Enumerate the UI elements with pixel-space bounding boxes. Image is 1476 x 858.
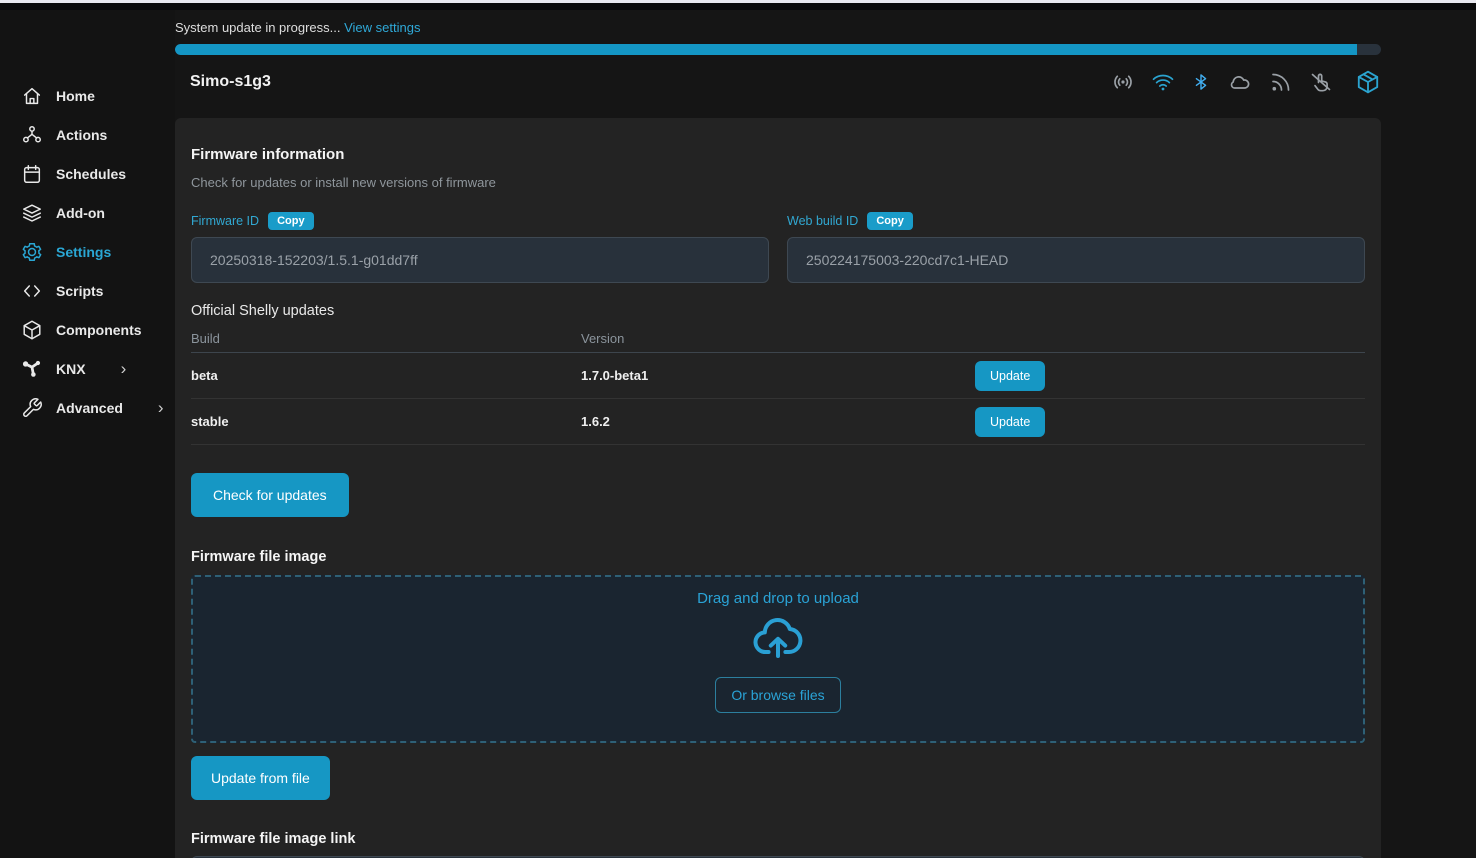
sidebar-item-label: Advanced (56, 400, 123, 416)
main-content: System update in progress... View settin… (175, 10, 1381, 858)
firmware-file-dropzone[interactable]: Drag and drop to upload Or browse files (191, 575, 1365, 743)
update-progress-bar (175, 44, 1381, 55)
wrench-icon (21, 397, 43, 419)
browse-files-button[interactable]: Or browse files (715, 677, 840, 713)
official-updates-title: Official Shelly updates (191, 303, 1365, 319)
build-cell: stable (191, 414, 581, 429)
table-row-stable: stable 1.6.2 Update (191, 399, 1365, 445)
sidebar-item-label: Settings (56, 244, 111, 260)
firmware-file-image-title: Firmware file image (191, 549, 1365, 565)
sidebar-item-label: Components (56, 322, 142, 338)
firmware-section-title: Firmware information (191, 146, 1365, 163)
hand-slash-icon[interactable] (1309, 70, 1333, 94)
chevron-right-icon: › (121, 360, 127, 377)
firmware-card: Firmware information Check for updates o… (175, 118, 1381, 858)
updates-table-header: Build Version (191, 325, 1365, 353)
knx-nodes-icon (21, 358, 43, 380)
bluetooth-icon[interactable] (1191, 71, 1211, 93)
layers-icon (21, 202, 43, 224)
sidebar-item-actions[interactable]: Actions (0, 115, 175, 154)
sidebar: Home Actions Schedules Add-on Settings S… (0, 10, 175, 858)
updates-table: Build Version beta 1.7.0-beta1 Update st… (191, 325, 1365, 445)
sidebar-item-label: Add-on (56, 205, 105, 221)
rss-icon[interactable] (1269, 70, 1293, 94)
code-icon (21, 280, 43, 302)
update-banner-text: System update in progress... (175, 20, 340, 35)
gear-icon (21, 241, 43, 263)
web-build-id-input[interactable] (787, 237, 1365, 283)
firmware-id-label: Firmware ID (191, 214, 259, 228)
build-cell: beta (191, 368, 581, 383)
sidebar-item-label: Scripts (56, 283, 103, 299)
version-cell: 1.7.0-beta1 (581, 368, 975, 383)
firmware-id-field: Firmware ID Copy (191, 212, 769, 283)
sidebar-item-schedules[interactable]: Schedules (0, 154, 175, 193)
view-settings-link[interactable]: View settings (344, 20, 420, 35)
top-black-band (0, 3, 1476, 10)
firmware-id-fields: Firmware ID Copy Web build ID Copy (191, 212, 1365, 283)
cloud-icon[interactable] (1227, 70, 1253, 94)
chevron-right-icon: › (158, 399, 164, 416)
sidebar-item-scripts[interactable]: Scripts (0, 271, 175, 310)
update-from-file-button[interactable]: Update from file (191, 756, 330, 800)
firmware-file-link-title: Firmware file image link (191, 831, 1365, 847)
calendar-icon (21, 163, 43, 185)
sidebar-item-label: Home (56, 88, 95, 104)
version-column-header: Version (581, 331, 975, 346)
package-icon[interactable] (1355, 69, 1381, 95)
firmware-section-subtitle: Check for updates or install new version… (191, 175, 1365, 190)
status-icon-bar (1111, 69, 1381, 95)
sidebar-item-label: KNX (56, 361, 86, 377)
components-cube-icon (21, 319, 43, 341)
device-name-title: Simo-s1g3 (190, 73, 271, 91)
cloud-upload-icon (752, 615, 804, 661)
table-row-beta: beta 1.7.0-beta1 Update (191, 353, 1365, 399)
sidebar-item-settings[interactable]: Settings (0, 232, 175, 271)
check-for-updates-button[interactable]: Check for updates (191, 473, 349, 517)
sidebar-item-label: Actions (56, 127, 107, 143)
actions-icon (21, 124, 43, 146)
copy-firmware-id-button[interactable]: Copy (268, 212, 314, 230)
sidebar-item-home[interactable]: Home (0, 76, 175, 115)
sidebar-item-components[interactable]: Components (0, 310, 175, 349)
sidebar-item-knx[interactable]: KNX › (0, 349, 175, 388)
drag-drop-text: Drag and drop to upload (697, 590, 859, 607)
wifi-icon[interactable] (1151, 70, 1175, 94)
home-icon (21, 85, 43, 107)
update-progress-fill (175, 44, 1357, 55)
sidebar-item-advanced[interactable]: Advanced › (0, 388, 175, 427)
page-header: Simo-s1g3 (175, 68, 1381, 96)
web-build-id-field: Web build ID Copy (787, 212, 1365, 283)
update-beta-button[interactable]: Update (975, 361, 1045, 391)
update-banner: System update in progress... View settin… (175, 20, 1381, 35)
sidebar-item-label: Schedules (56, 166, 126, 182)
version-cell: 1.6.2 (581, 414, 975, 429)
access-point-icon[interactable] (1111, 70, 1135, 94)
firmware-id-input[interactable] (191, 237, 769, 283)
build-column-header: Build (191, 331, 581, 346)
web-build-id-label: Web build ID (787, 214, 858, 228)
update-stable-button[interactable]: Update (975, 407, 1045, 437)
sidebar-item-addon[interactable]: Add-on (0, 193, 175, 232)
copy-web-build-id-button[interactable]: Copy (867, 212, 913, 230)
